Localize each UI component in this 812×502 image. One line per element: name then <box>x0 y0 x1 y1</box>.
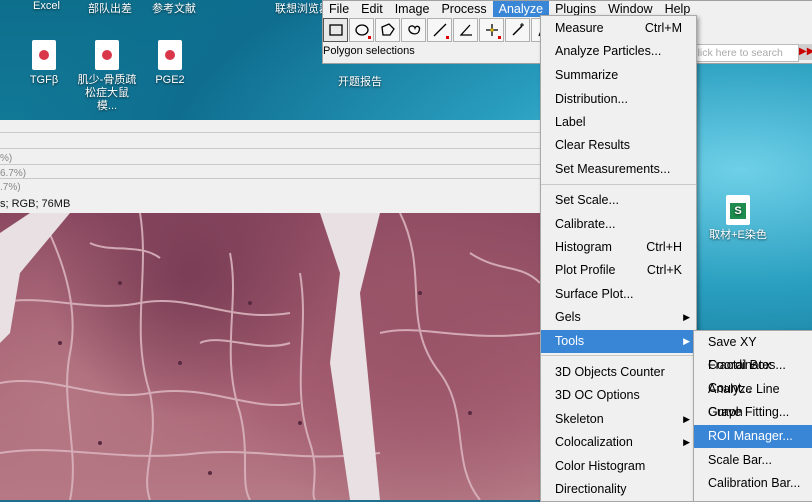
menu-item-colocalization[interactable]: Colocalization ▶ <box>541 431 696 454</box>
menu-item-measure[interactable]: Measure Ctrl+M <box>541 17 696 40</box>
divider <box>0 178 540 179</box>
pdf-file-icon <box>158 40 182 70</box>
menu-item-color-histogram[interactable]: Color Histogram <box>541 455 696 478</box>
pdf-file-icon <box>95 40 119 70</box>
menu-item-directionality[interactable]: Directionality <box>541 478 696 501</box>
menu-item-save-xy-coordinates[interactable]: Save XY Coordinates... <box>694 331 812 372</box>
desktop-icon-sampling[interactable]: S 取材+E染色 <box>708 195 768 242</box>
desktop-icon-label: 开题报告 <box>338 76 382 88</box>
menu-file[interactable]: File <box>323 1 355 17</box>
menu-item-fractal-box-count[interactable]: Fractal Box Count... <box>694 354 812 395</box>
rectangle-icon <box>328 24 343 36</box>
freehand-tool-button[interactable] <box>401 18 426 42</box>
divider <box>0 148 540 149</box>
desktop-label-business-trip[interactable]: 部队出差 <box>88 0 132 16</box>
menu-item-histogram[interactable]: Histogram Ctrl+H <box>541 236 696 259</box>
desktop-label-references[interactable]: 参考文献 <box>152 0 196 16</box>
polygon-icon <box>380 23 395 36</box>
desktop-icon-pge2[interactable]: PGE2 <box>140 40 200 87</box>
desktop-icon-tgfb[interactable]: TGFβ <box>14 40 74 87</box>
image-window-row-text: .7%) <box>0 182 21 193</box>
line-tool-button[interactable] <box>427 18 452 42</box>
menu-item-skeleton[interactable]: Skeleton ▶ <box>541 408 696 431</box>
freehand-icon <box>407 25 420 35</box>
menu-item-set-measurements[interactable]: Set Measurements... <box>541 158 696 181</box>
menu-image[interactable]: Image <box>389 1 436 17</box>
analyze-dropdown-menu: Measure Ctrl+M Analyze Particles... Summa… <box>540 15 697 502</box>
angle-icon <box>459 24 472 36</box>
submenu-arrow-icon: ▶ <box>683 414 690 424</box>
spreadsheet-file-icon: S <box>726 195 750 225</box>
menu-item-roi-manager[interactable]: ROI Manager... <box>694 425 812 448</box>
menu-item-summarize[interactable]: Summarize <box>541 64 696 87</box>
image-window-row-text: %) <box>0 153 13 164</box>
histology-image-canvas[interactable] <box>0 213 540 500</box>
polygon-tool-button[interactable] <box>375 18 400 42</box>
search-arrow-icon[interactable]: ▶▶ <box>799 44 812 60</box>
oval-tool-button[interactable] <box>349 18 374 42</box>
menu-item-analyze-particles[interactable]: Analyze Particles... <box>541 40 696 63</box>
divider <box>0 132 540 133</box>
muscle-fiber-image <box>0 213 540 500</box>
submenu-arrow-icon: ▶ <box>683 336 690 346</box>
wand-tool-button[interactable] <box>505 18 530 42</box>
pdf-file-icon <box>32 40 56 70</box>
tools-submenu: Save XY Coordinates... Fractal Box Count… <box>693 330 812 502</box>
menu-item-curve-fitting[interactable]: Curve Fitting... <box>694 401 812 424</box>
desktop-icon-label: 取材+E染色 <box>709 229 767 241</box>
menu-item-label[interactable]: Label <box>541 111 696 134</box>
shortcut-text: Ctrl+M <box>644 21 682 35</box>
menu-separator <box>541 355 696 356</box>
desktop-icon-proposal[interactable]: 开题报告 <box>330 76 390 89</box>
menu-item-3d-oc-options[interactable]: 3D OC Options <box>541 384 696 407</box>
wand-icon <box>511 23 524 36</box>
menu-item-analyze-line-graph[interactable]: Analyze Line Graph <box>694 378 812 419</box>
menu-item-set-scale[interactable]: Set Scale... <box>541 189 696 212</box>
point-tool-button[interactable] <box>479 18 504 42</box>
menu-item-tools[interactable]: Tools ▶ <box>541 330 696 353</box>
submenu-arrow-icon: ▶ <box>683 312 690 322</box>
divider <box>0 164 540 165</box>
desktop-icon-sarcopenia[interactable]: 肌少-骨质疏松症大鼠模... <box>77 40 137 113</box>
menu-item-scale-bar[interactable]: Scale Bar... <box>694 449 812 472</box>
menu-item-calibrate[interactable]: Calibrate... <box>541 213 696 236</box>
desktop-icon-label: 肌少-骨质疏松症大鼠模... <box>77 74 137 112</box>
imagej-status-bar: Polygon selections <box>323 45 415 57</box>
desktop-label-excel[interactable]: Excel <box>33 0 60 12</box>
menu-item-3d-objects-counter[interactable]: 3D Objects Counter <box>541 361 696 384</box>
shortcut-text: Ctrl+K <box>646 263 682 277</box>
menu-item-clear-results[interactable]: Clear Results <box>541 134 696 157</box>
image-info-status: s; RGB; 76MB <box>0 198 71 210</box>
menu-item-surface-plot[interactable]: Surface Plot... <box>541 283 696 306</box>
command-search-input[interactable]: Click here to search <box>685 44 799 62</box>
menu-item-distribution[interactable]: Distribution... <box>541 88 696 111</box>
desktop-icon-label: TGFβ <box>29 74 59 86</box>
menu-edit[interactable]: Edit <box>355 1 389 17</box>
shortcut-text: Ctrl+H <box>646 240 682 254</box>
submenu-arrow-icon: ▶ <box>683 437 690 447</box>
menu-process[interactable]: Process <box>435 1 492 17</box>
desktop-icon-label: PGE2 <box>155 74 185 86</box>
rectangle-tool-button[interactable] <box>323 18 348 42</box>
angle-tool-button[interactable] <box>453 18 478 42</box>
menu-item-calibration-bar[interactable]: Calibration Bar... <box>694 472 812 495</box>
menu-item-gels[interactable]: Gels ▶ <box>541 306 696 329</box>
menu-separator <box>541 184 696 185</box>
menu-item-plot-profile[interactable]: Plot Profile Ctrl+K <box>541 259 696 282</box>
